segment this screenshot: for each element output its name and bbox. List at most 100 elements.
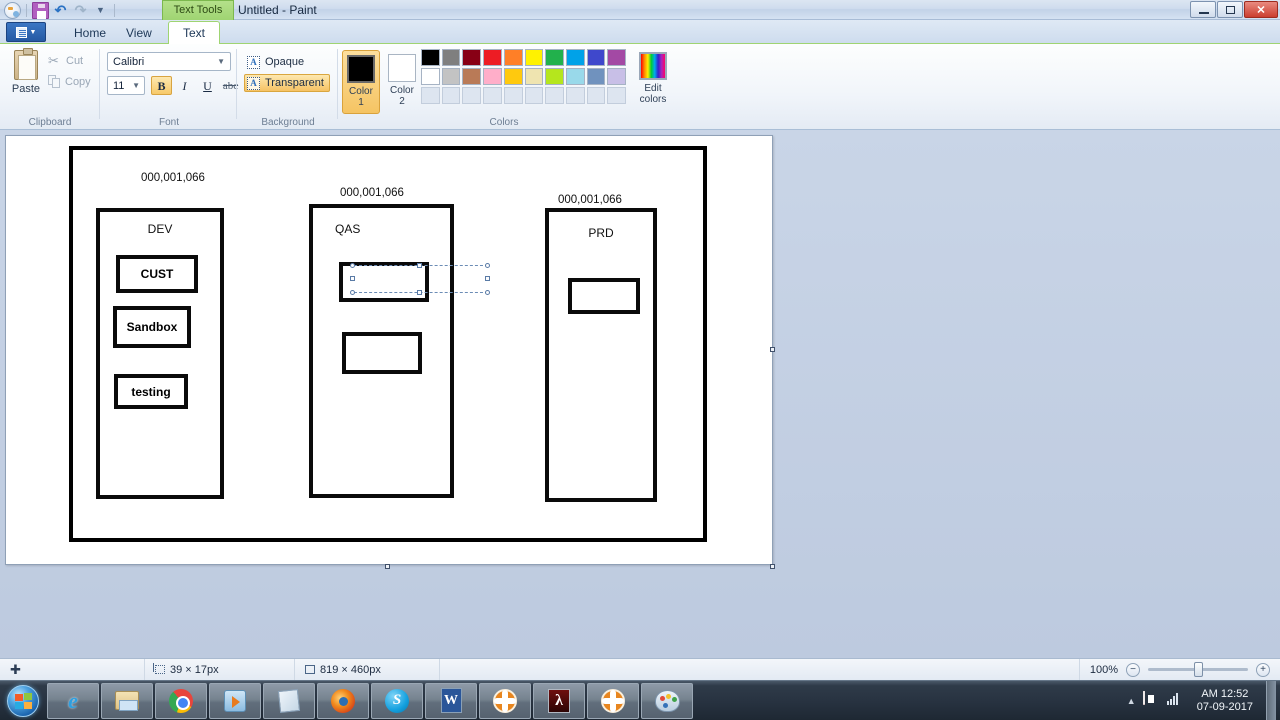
- customize-qat-chevron-icon[interactable]: ▼: [92, 2, 109, 19]
- save-icon[interactable]: [32, 1, 49, 19]
- selection-handle-ne[interactable]: [485, 263, 490, 268]
- italic-button[interactable]: I: [174, 76, 195, 95]
- zoom-slider-thumb[interactable]: [1194, 662, 1203, 677]
- color-2-button[interactable]: Color 2: [383, 50, 421, 114]
- palette-swatch-r2-c4[interactable]: [483, 68, 502, 85]
- canvas-resize-handle-corner[interactable]: [770, 564, 775, 569]
- undo-icon[interactable]: ↶: [52, 2, 69, 19]
- selection-handle-s[interactable]: [417, 290, 422, 295]
- zoom-out-button[interactable]: −: [1126, 662, 1140, 677]
- taskbar-item-microsoft-word[interactable]: [425, 682, 477, 719]
- font-family-combobox[interactable]: Calibri ▼: [107, 52, 231, 71]
- palette-swatch-r3-c4[interactable]: [483, 87, 502, 104]
- minimize-button[interactable]: [1190, 1, 1216, 18]
- show-hidden-icons-chevron-icon[interactable]: ▲: [1127, 696, 1136, 706]
- palette-swatch-r2-c1[interactable]: [421, 68, 440, 85]
- palette-swatch-r1-c2[interactable]: [441, 49, 461, 66]
- palette-swatch-r1-c8[interactable]: [565, 49, 585, 66]
- taskbar-item-adobe-reader[interactable]: λ: [533, 682, 585, 719]
- palette-swatch-r2-c5[interactable]: [503, 68, 523, 85]
- palette-swatch-r2-c10[interactable]: [607, 68, 627, 85]
- palette-swatch-r3-c2[interactable]: [441, 87, 461, 104]
- palette-swatch-r3-c6[interactable]: [524, 87, 544, 104]
- selection-handle-w[interactable]: [350, 276, 355, 281]
- column-dev: DEV: [96, 208, 224, 499]
- column-title-qas: QAS: [335, 222, 361, 236]
- font-size-combobox[interactable]: 11 ▼: [107, 76, 145, 95]
- tab-view[interactable]: View: [112, 22, 166, 44]
- color-1-button[interactable]: Color 1: [342, 50, 380, 114]
- underline-button[interactable]: U: [197, 76, 218, 95]
- status-spacer: [440, 658, 1080, 681]
- file-menu-icon: [15, 26, 27, 38]
- paste-button[interactable]: Paste: [8, 48, 44, 112]
- palette-swatch-r2-c7[interactable]: [545, 68, 564, 85]
- palette-swatch-r1-c4[interactable]: [483, 49, 502, 66]
- palette-swatch-r1-c1[interactable]: [421, 49, 440, 66]
- canvas-resize-handle-right[interactable]: [770, 347, 775, 352]
- taskbar-item-firefox[interactable]: [317, 682, 369, 719]
- palette-swatch-r3-c5[interactable]: [503, 87, 523, 104]
- adobe-reader-icon: λ: [545, 687, 573, 715]
- palette-swatch-r3-c1[interactable]: [421, 87, 440, 104]
- background-transparent-option[interactable]: A Transparent: [244, 74, 330, 92]
- ribbon-group-background: A Opaque A Transparent Background: [238, 44, 338, 130]
- edit-colors-button[interactable]: Edit colors: [633, 50, 673, 114]
- show-desktop-button[interactable]: [1266, 680, 1276, 720]
- taskbar-item-google-chrome[interactable]: [155, 682, 207, 719]
- palette-swatch-r2-c9[interactable]: [586, 68, 606, 85]
- copy-button[interactable]: Copy: [48, 75, 91, 89]
- palette-swatch-r3-c8[interactable]: [565, 87, 585, 104]
- palette-swatch-r1-c10[interactable]: [607, 49, 627, 66]
- palette-swatch-r3-c7[interactable]: [545, 87, 564, 104]
- taskbar-item-flower-app-2[interactable]: [587, 682, 639, 719]
- selection-handle-sw[interactable]: [350, 290, 355, 295]
- close-button[interactable]: ✕: [1244, 1, 1278, 18]
- cut-button[interactable]: ✂ Cut: [48, 54, 83, 68]
- palette-swatch-r2-c2[interactable]: [441, 68, 461, 85]
- tab-text[interactable]: Text: [168, 21, 221, 45]
- file-menu-button[interactable]: ▼: [6, 22, 46, 42]
- palette-swatch-r2-c8[interactable]: [565, 68, 585, 85]
- taskbar-item-windows-explorer[interactable]: [101, 682, 153, 719]
- taskbar-item-internet-explorer[interactable]: e: [47, 682, 99, 719]
- taskbar-item-flower-app[interactable]: [479, 682, 531, 719]
- paint-canvas[interactable]: 000,001,066 000,001,066 000,001,066 DEV …: [5, 135, 773, 565]
- selection-handle-se[interactable]: [485, 290, 490, 295]
- zoom-slider-track[interactable]: [1148, 662, 1248, 677]
- taskbar-item-sticky-notes[interactable]: [263, 682, 315, 719]
- taskbar-item-windows-media-player[interactable]: [209, 682, 261, 719]
- start-button[interactable]: [0, 682, 46, 720]
- background-opaque-option[interactable]: A Opaque: [244, 53, 310, 71]
- palette-swatch-r3-c9[interactable]: [586, 87, 606, 104]
- canvas-resize-handle-bottom[interactable]: [385, 564, 390, 569]
- palette-swatch-r1-c6[interactable]: [524, 49, 544, 66]
- palette-swatch-r1-c5[interactable]: [503, 49, 523, 66]
- palette-swatch-r1-c7[interactable]: [545, 49, 564, 66]
- palette-swatch-r2-c6[interactable]: [524, 68, 544, 85]
- paint-logo-icon[interactable]: [4, 1, 21, 19]
- palette-swatch-r3-c3[interactable]: [462, 87, 482, 104]
- palette-swatch-r1-c9[interactable]: [586, 49, 606, 66]
- palette-swatch-r2-c3[interactable]: [462, 68, 482, 85]
- network-signal-icon[interactable]: [1166, 692, 1184, 709]
- taskbar-item-paint[interactable]: [641, 682, 693, 719]
- text-selection-box[interactable]: [350, 263, 490, 295]
- bold-button[interactable]: B: [151, 76, 172, 95]
- maximize-button[interactable]: [1217, 1, 1243, 18]
- font-family-value: Calibri: [113, 56, 145, 68]
- taskbar-item-skype[interactable]: S: [371, 682, 423, 719]
- redo-icon[interactable]: ↷: [72, 2, 89, 19]
- tab-home[interactable]: Home: [60, 22, 120, 44]
- node-testing: testing: [114, 374, 188, 409]
- image-size-value: 819 × 460px: [320, 663, 381, 676]
- selection-handle-nw[interactable]: [350, 263, 355, 268]
- selection-handle-e[interactable]: [485, 276, 490, 281]
- palette-swatch-r3-c10[interactable]: [607, 87, 627, 104]
- clock[interactable]: AM 12:52 07-09-2017: [1191, 688, 1259, 714]
- ribbon-group-font: Calibri ▼ 11 ▼ B I U abc Font: [101, 44, 238, 130]
- selection-handle-n[interactable]: [417, 263, 422, 268]
- palette-swatch-r1-c3[interactable]: [462, 49, 482, 66]
- zoom-in-button[interactable]: +: [1256, 662, 1270, 677]
- action-center-shield-icon[interactable]: [1142, 691, 1160, 709]
